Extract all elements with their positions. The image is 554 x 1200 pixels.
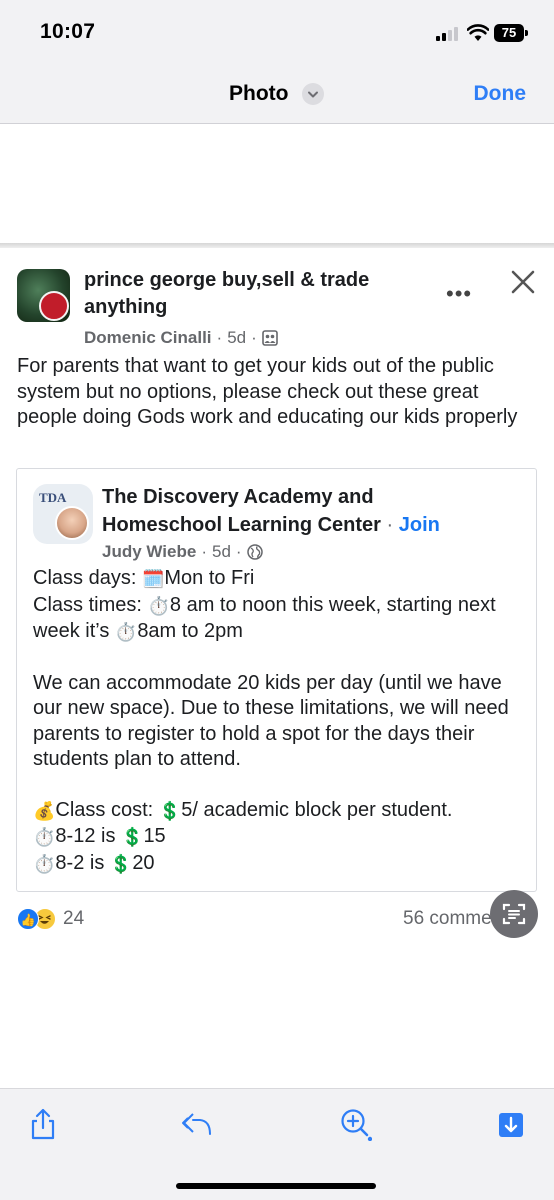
battery-cap: [525, 30, 528, 36]
group-avatar[interactable]: [17, 269, 70, 322]
dollar-icon: 💲: [158, 800, 182, 821]
class-times-next: 8am to 2pm: [137, 620, 243, 642]
globe-icon: [246, 544, 263, 560]
status-bar: 10:07 75: [0, 0, 554, 62]
page-name: The Discovery Academy and Homeschool Lea…: [102, 483, 482, 539]
class-cost-value: 5/ academic block per student.: [181, 798, 453, 821]
live-text-button[interactable]: [490, 890, 538, 938]
calendar-icon: 🗓️: [141, 569, 165, 589]
meta-separator: ·: [216, 328, 223, 347]
class-times-line: Class times: ⏱️8 am to noon this week, s…: [33, 593, 528, 646]
photo-blank-area: [0, 125, 554, 243]
page-avatar[interactable]: TDA: [33, 484, 93, 544]
nav-bar: Photo Done: [0, 62, 554, 124]
download-icon[interactable]: [494, 1107, 528, 1141]
reply-icon[interactable]: [180, 1107, 214, 1141]
meta-separator: ·: [251, 328, 257, 347]
shared-author[interactable]: Judy Wiebe: [102, 542, 196, 562]
like-reaction-icon: 👍: [17, 908, 39, 930]
group-members-icon: [261, 330, 278, 346]
shared-post-card[interactable]: TDA The Discovery Academy and Homeschool…: [16, 468, 537, 892]
nav-title[interactable]: Photo: [229, 82, 288, 106]
price1-value: 15: [143, 825, 166, 847]
reactions-count: 24: [63, 908, 85, 929]
class-times-label: Class times:: [33, 593, 142, 616]
meta-separator: ·: [235, 542, 242, 561]
profile-avatar: [55, 506, 89, 540]
post-age[interactable]: 5d: [227, 328, 246, 348]
dollar-icon: 💲: [109, 853, 133, 874]
close-icon[interactable]: [508, 267, 538, 297]
price1-label: 8-12 is: [55, 825, 116, 847]
battery-icon: 75: [494, 24, 524, 42]
price-line-2: ⏱️8-2 is 💲20: [33, 851, 528, 878]
live-text-icon: [502, 903, 526, 925]
price2-label: 8-2 is: [55, 851, 105, 874]
class-cost-line: 💰Class cost: 💲5/ academic block per stud…: [33, 798, 528, 825]
shared-age[interactable]: 5d: [212, 542, 231, 562]
home-indicator: [176, 1183, 376, 1189]
page-logo-text: TDA: [39, 490, 67, 505]
shared-post-body: Class days: 🗓️Mon to Fri Class times: ⏱️…: [33, 566, 528, 877]
shared-meta: Judy Wiebe · 5d ·: [102, 542, 263, 562]
share-icon[interactable]: [26, 1107, 60, 1141]
facebook-post: prince george buy,sell & trade anything …: [0, 248, 554, 1088]
dollar-icon: 💲: [121, 827, 144, 847]
wifi-icon: [467, 24, 489, 41]
join-button[interactable]: Join: [399, 514, 440, 536]
chevron-down-icon[interactable]: [302, 83, 324, 105]
post-author[interactable]: Domenic Cinalli: [84, 328, 212, 348]
post-text: For parents that want to get your kids o…: [17, 355, 518, 428]
stopwatch-icon: ⏱️: [33, 827, 56, 847]
status-time: 10:07: [40, 20, 96, 43]
price-line-1: ⏱️8-12 is 💲15: [33, 824, 528, 851]
profile-avatar: [39, 291, 69, 321]
capacity-paragraph: We can accommodate 20 kids per day (unti…: [33, 671, 509, 771]
page-name-text[interactable]: The Discovery Academy and Homeschool Lea…: [102, 486, 381, 536]
class-days-line: Class days: 🗓️Mon to Fri: [33, 566, 528, 593]
meta-separator: ·: [201, 542, 207, 561]
zoom-in-icon[interactable]: [338, 1107, 372, 1141]
stopwatch-icon: ⏱️: [33, 853, 56, 874]
group-name[interactable]: prince george buy,sell & trade anything: [84, 267, 424, 321]
done-button[interactable]: Done: [474, 82, 527, 106]
money-bag-icon: 💰: [33, 800, 56, 821]
post-meta: Domenic Cinalli · 5d ·: [84, 328, 278, 348]
reactions-summary[interactable]: 👍 24: [17, 908, 84, 930]
bottom-toolbar: [0, 1088, 554, 1200]
meta-separator: ·: [386, 514, 394, 536]
class-days-label: Class days:: [33, 567, 137, 589]
more-options-icon[interactable]: •••: [446, 281, 472, 307]
comments-count[interactable]: 56 comments: [403, 908, 498, 930]
class-days-value: Mon to Fri: [164, 567, 255, 589]
stopwatch-icon: ⏱️: [147, 595, 170, 616]
price2-value: 20: [132, 851, 155, 874]
stopwatch-icon: ⏱️: [114, 622, 138, 642]
class-cost-label: Class cost:: [55, 798, 154, 821]
signal-icon: [436, 27, 460, 41]
